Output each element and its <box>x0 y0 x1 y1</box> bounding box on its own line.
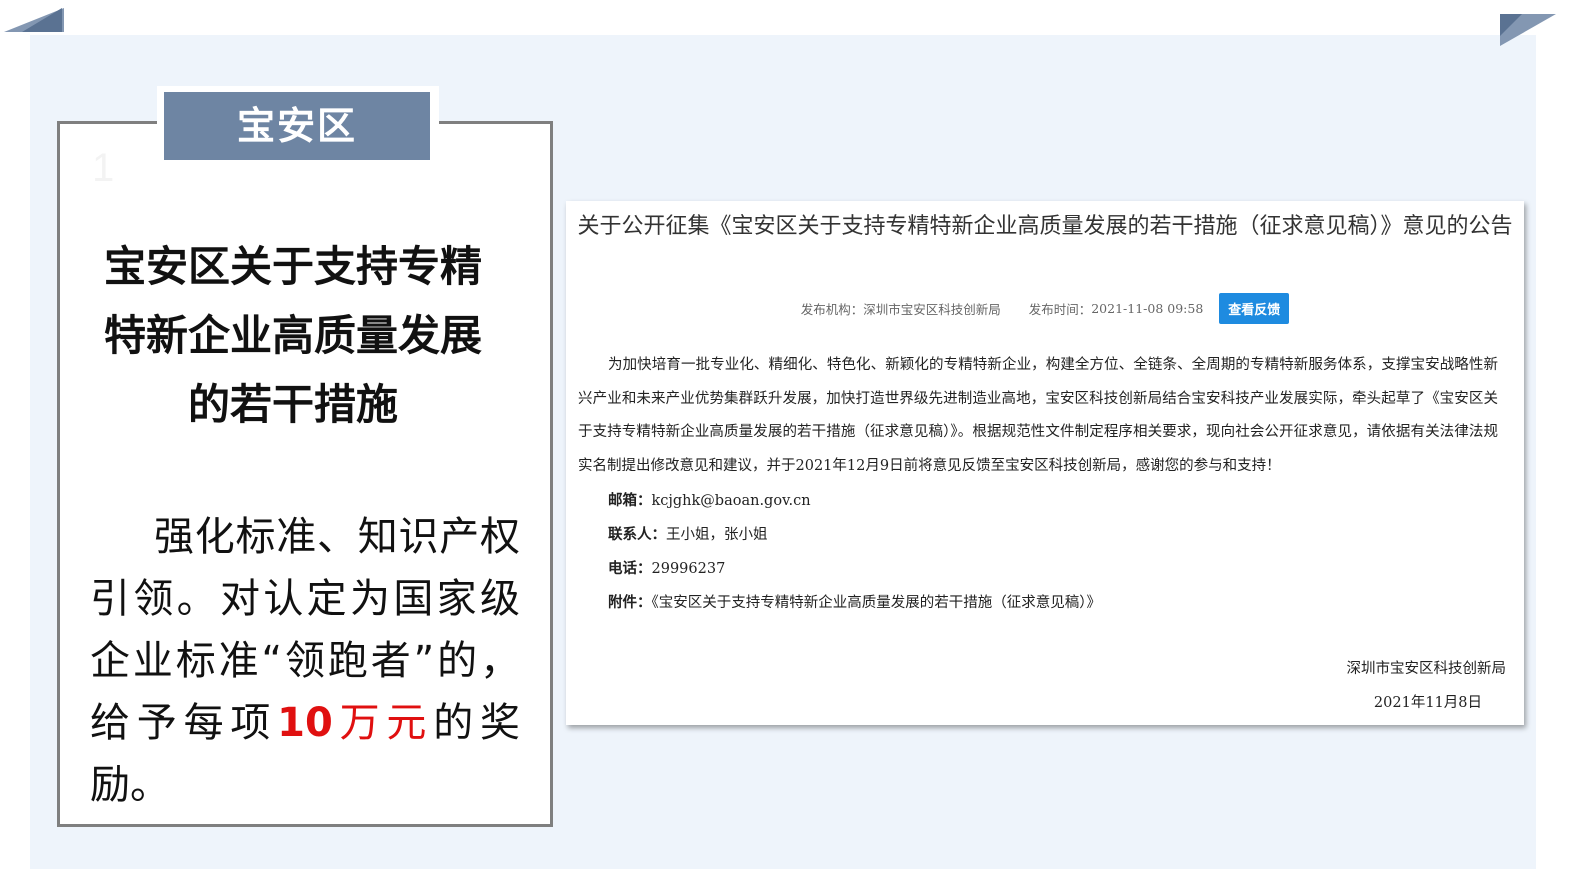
publisher-label: 发布机构： <box>800 302 864 317</box>
card-index-number: 1 <box>92 146 115 190</box>
contact-label: 联系人： <box>608 526 666 543</box>
policy-title: 宝安区关于支持专精 特新企业高质量发展 的若干措施 <box>84 232 502 439</box>
district-tab: 宝安区 <box>164 92 430 160</box>
policy-title-line: 特新企业高质量发展 <box>103 311 482 360</box>
notice-document: 关于公开征集《宝安区关于支持专精特新企业高质量发展的若干措施（征求意见稿）》意见… <box>566 201 1524 725</box>
phone-label: 电话： <box>608 560 652 577</box>
reward-amount: 10 <box>277 700 333 746</box>
email-value: kcjghk@baoan.gov.cn <box>651 493 811 509</box>
attachment-line: 附件：《宝安区关于支持专精特新企业高质量发展的若干措施（征求意见稿）》 <box>608 591 1101 612</box>
phone-line: 电话：29996237 <box>608 557 725 578</box>
policy-description: 强化标准、知识产权引领。对认定为国家级企业标准“领跑者”的，给予每项10万元的奖… <box>90 506 520 816</box>
attachment-link[interactable]: 《宝安区关于支持专精特新企业高质量发展的若干措施（征求意见稿）》 <box>652 595 1102 611</box>
publisher-value: 深圳市宝安区科技创新局 <box>863 302 1001 317</box>
email-line: 邮箱：kcjghk@baoan.gov.cn <box>608 489 811 510</box>
corner-decoration-top-left-inner <box>22 8 62 32</box>
view-feedback-button[interactable]: 查看反馈 <box>1219 293 1290 324</box>
notice-signature: 深圳市宝安区科技创新局 <box>1346 661 1507 677</box>
policy-title-line: 宝安区关于支持专精 <box>103 242 482 291</box>
policy-title-line: 的若干措施 <box>187 380 398 429</box>
reward-unit: 万元 <box>332 700 434 746</box>
corner-decoration-top-right-inner <box>1500 14 1522 36</box>
notice-meta: 发布机构：深圳市宝安区科技创新局 发布时间：2021-11-08 09:58 查… <box>566 293 1524 324</box>
notice-title: 关于公开征集《宝安区关于支持专精特新企业高质量发展的若干措施（征求意见稿）》意见… <box>577 214 1513 239</box>
publish-time-label: 发布时间： <box>1028 302 1092 317</box>
contact-value: 王小姐，张小姐 <box>666 527 768 543</box>
notice-body-paragraph: 为加快培育一批专业化、精细化、特色化、新颖化的专精特新企业，构建全方位、全链条、… <box>578 357 1498 474</box>
notice-date: 2021年11月8日 <box>1373 695 1482 711</box>
phone-value: 29996237 <box>651 561 726 577</box>
contact-line: 联系人：王小姐，张小姐 <box>608 523 768 544</box>
publish-time-value: 2021-11-08 09:58 <box>1091 301 1204 316</box>
email-label: 邮箱： <box>608 492 652 509</box>
attachment-label: 附件： <box>608 594 652 611</box>
